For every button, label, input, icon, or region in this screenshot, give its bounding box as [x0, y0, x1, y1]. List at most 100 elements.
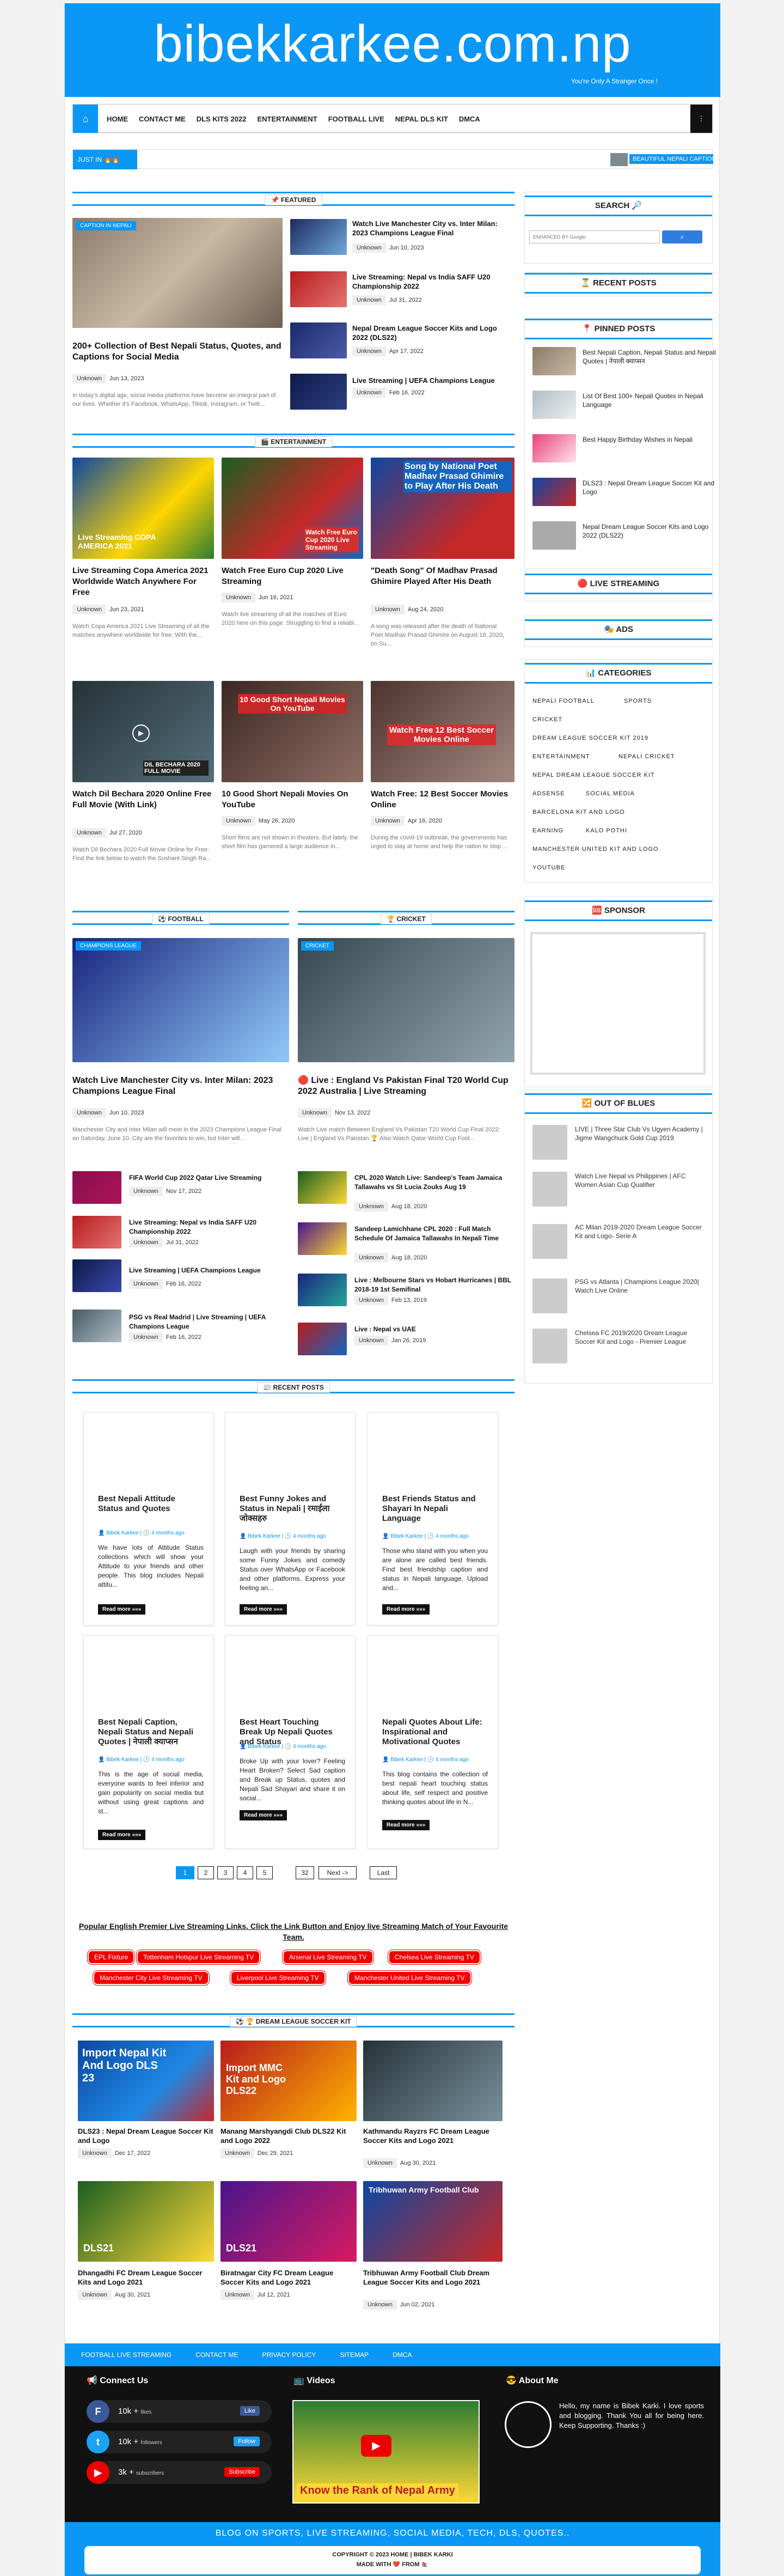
- dls-title[interactable]: Manang Marshyangdi Club DLS22 Kit and Lo…: [220, 2127, 357, 2145]
- post-image[interactable]: Live Streaming COPA AMERICA 2021: [72, 458, 214, 559]
- page-button[interactable]: 2: [198, 1866, 214, 1879]
- read-more-button[interactable]: Read more »»»: [382, 1820, 430, 1830]
- oob-thumb[interactable]: [532, 1125, 567, 1160]
- category-link[interactable]: Manchester United Kit and Logo: [532, 846, 659, 852]
- cricket-list-image[interactable]: [298, 1274, 347, 1306]
- recent-post-card[interactable]: Best Funny Jokes and Status in Nepali | …: [225, 1412, 356, 1625]
- featured-tag[interactable]: CAPTION IN NEPALI: [76, 221, 136, 230]
- cricket-list-title[interactable]: Live : Nepal vs UAE: [354, 1325, 512, 1334]
- last-page-button[interactable]: Last: [370, 1866, 397, 1879]
- ticker-thumbnail[interactable]: [610, 153, 628, 166]
- featured-side-image[interactable]: [290, 374, 347, 410]
- site-title[interactable]: bibekkarkee.com.np: [65, 14, 720, 74]
- oob-thumb[interactable]: [532, 1172, 567, 1207]
- football-main-image[interactable]: CHAMPIONS LEAGUE: [72, 938, 289, 1062]
- page-button[interactable]: 32: [296, 1866, 314, 1879]
- pinned-post[interactable]: Nepal Dream League Soccer Kits and Logo …: [532, 521, 718, 552]
- recent-post-title[interactable]: Best Friends Status and Shayari In Nepal…: [382, 1494, 486, 1524]
- tottenham-live-button[interactable]: Tottenham Hotspur Live Streaming TV: [137, 1950, 261, 1964]
- post-image[interactable]: Song by National Poet Madhav Prasad Ghim…: [371, 458, 514, 559]
- category-link[interactable]: Sports: [624, 698, 652, 704]
- read-more-button[interactable]: Read more »»»: [240, 1604, 287, 1615]
- post-title[interactable]: Watch Free Euro Cup 2020 Live Streaming: [222, 565, 363, 587]
- footer-link[interactable]: DMCA: [393, 2351, 412, 2359]
- cricket-main-title[interactable]: 🔴 Live : England Vs Pakistan Final T20 W…: [298, 1075, 514, 1097]
- dls-title[interactable]: Biratnagar City FC Dream League Soccer K…: [220, 2268, 357, 2287]
- featured-side-image[interactable]: [290, 322, 347, 358]
- featured-main-image[interactable]: CAPTION IN NEPALI: [72, 218, 283, 328]
- category-link[interactable]: Entertainment: [532, 753, 590, 760]
- facebook-like-button[interactable]: Like: [240, 2406, 260, 2416]
- oob-link[interactable]: AC Milan 2019-2020 Dream League Soccer K…: [575, 1223, 706, 1240]
- post-title[interactable]: Watch Free: 12 Best Soccer Movies Online: [371, 789, 514, 811]
- dls-title[interactable]: Dhangadhi FC Dream League Soccer Kits an…: [78, 2268, 214, 2287]
- football-list-image[interactable]: [72, 1310, 121, 1342]
- featured-main-title[interactable]: 200+ Collection of Best Nepali Status, Q…: [72, 341, 283, 363]
- football-list-title[interactable]: PSG vs Real Madrid | Live Streaming | UE…: [129, 1313, 287, 1331]
- pinned-post[interactable]: DLS23 : Nepal Dream League Soccer Kit an…: [532, 478, 718, 508]
- dls-image[interactable]: DLS21: [220, 2181, 357, 2262]
- post-title[interactable]: "Death Song" Of Madhav Prasad Ghimire Pl…: [371, 565, 514, 587]
- read-more-button[interactable]: Read more »»»: [98, 1830, 146, 1840]
- play-icon[interactable]: ▶: [361, 2435, 391, 2457]
- arsenal-live-button[interactable]: Arsenal Live Streaming TV: [283, 1950, 373, 1964]
- dls-title[interactable]: DLS23 : Nepal Dream League Soccer Kit an…: [78, 2127, 214, 2145]
- football-list-title[interactable]: FIFA World Cup 2022 Qatar Live Streaming: [129, 1173, 287, 1183]
- youtube-subscribe-button[interactable]: Subscribe: [224, 2467, 260, 2477]
- cricket-list-title[interactable]: Sandeep Lamichhane CPL 2020 : Full Match…: [354, 1225, 512, 1243]
- football-list-image[interactable]: [72, 1171, 121, 1204]
- cricket-main-image[interactable]: CRICKET: [298, 938, 514, 1062]
- manutd-live-button[interactable]: Manchester United Live Streaming TV: [348, 1971, 471, 1985]
- pinned-post[interactable]: List Of Best 100+ Nepali Quotes in Nepal…: [532, 391, 718, 421]
- category-link[interactable]: Nepali Football: [532, 698, 595, 704]
- video-embed[interactable]: ▶ Know the Rank of Nepal Army: [292, 2400, 480, 2504]
- cricket-list-title[interactable]: Live : Melbourne Stars vs Hobart Hurrica…: [354, 1276, 512, 1294]
- recent-post-title[interactable]: Best Funny Jokes and Status in Nepali | …: [240, 1494, 343, 1524]
- cricket-list-image[interactable]: [298, 1222, 347, 1255]
- search-input[interactable]: ENHANCED BY Google: [529, 230, 660, 243]
- dls-image[interactable]: [363, 2041, 503, 2121]
- next-page-button[interactable]: Next ->: [318, 1866, 357, 1879]
- recent-post-card[interactable]: Best Nepali Caption, Nepali Status and N…: [83, 1635, 214, 1849]
- page-button[interactable]: 5: [256, 1866, 273, 1879]
- post-image[interactable]: Watch Free 12 Best Soccer Movies Online: [371, 681, 514, 782]
- read-more-button[interactable]: Read more »»»: [382, 1604, 430, 1615]
- featured-side-title[interactable]: Live Streaming: Nepal vs India SAFF U20 …: [352, 272, 510, 291]
- football-list-title[interactable]: Live Streaming | UEFA Champions League: [129, 1266, 287, 1275]
- category-link[interactable]: Adsense: [532, 790, 565, 797]
- nav-contact[interactable]: CONTACT ME: [139, 115, 186, 123]
- page-button-current[interactable]: 1: [176, 1866, 194, 1879]
- recent-post-card[interactable]: Nepali Quotes About Life: Inspirational …: [367, 1635, 498, 1849]
- facebook-icon[interactable]: F: [87, 2400, 109, 2423]
- cricket-list-image[interactable]: [298, 1171, 347, 1204]
- category-link[interactable]: Kalo Pothi: [586, 827, 627, 834]
- oob-link[interactable]: Watch Live Nepal vs Philippines | AFC Wo…: [575, 1172, 706, 1189]
- oob-link[interactable]: PSG vs Atlanta | Champions League 2020| …: [575, 1277, 706, 1295]
- featured-side-image[interactable]: [290, 219, 347, 255]
- dls-title[interactable]: Tribhuwan Army Football Club Dream Leagu…: [363, 2268, 503, 2287]
- nav-home[interactable]: HOME: [107, 115, 128, 123]
- nav-football-live[interactable]: FOOTBALL LIVE: [328, 115, 384, 123]
- cricket-list-image[interactable]: [298, 1323, 347, 1355]
- mancity-live-button[interactable]: Manchester City Live Streaming TV: [93, 1971, 209, 1985]
- recent-post-title[interactable]: Nepali Quotes About Life: Inspirational …: [382, 1718, 486, 1747]
- football-main-title[interactable]: Watch Live Manchester City vs. Inter Mil…: [72, 1075, 289, 1097]
- dls-image[interactable]: Tribhuwan Army Football Club: [363, 2181, 503, 2262]
- menu-icon[interactable]: ⋮: [690, 105, 712, 133]
- sponsor-ad-slot[interactable]: [530, 932, 706, 1075]
- football-list-image[interactable]: [72, 1259, 121, 1292]
- youtube-icon[interactable]: ▶: [87, 2461, 109, 2484]
- nav-nepal-dls[interactable]: NEPAL DLS KIT: [395, 115, 448, 123]
- featured-side-title[interactable]: Nepal Dream League Soccer Kits and Logo …: [352, 324, 510, 342]
- read-more-button[interactable]: Read more »»»: [240, 1810, 287, 1820]
- category-link[interactable]: Cricket: [532, 716, 562, 723]
- category-link[interactable]: Barcelona Kit and Logo: [532, 809, 625, 815]
- featured-side-image[interactable]: [290, 271, 347, 307]
- football-list-title[interactable]: Live Streaming: Nepal vs India SAFF U20 …: [129, 1218, 287, 1237]
- football-list-image[interactable]: [72, 1216, 121, 1249]
- dls-image[interactable]: DLS21: [78, 2181, 214, 2262]
- liverpool-live-button[interactable]: Liverpool Live Streaming TV: [230, 1971, 326, 1985]
- post-image[interactable]: Watch Free Euro Cup 2020 Live Streaming: [222, 458, 363, 559]
- category-link[interactable]: Youtube: [532, 864, 565, 871]
- page-button[interactable]: 3: [217, 1866, 234, 1879]
